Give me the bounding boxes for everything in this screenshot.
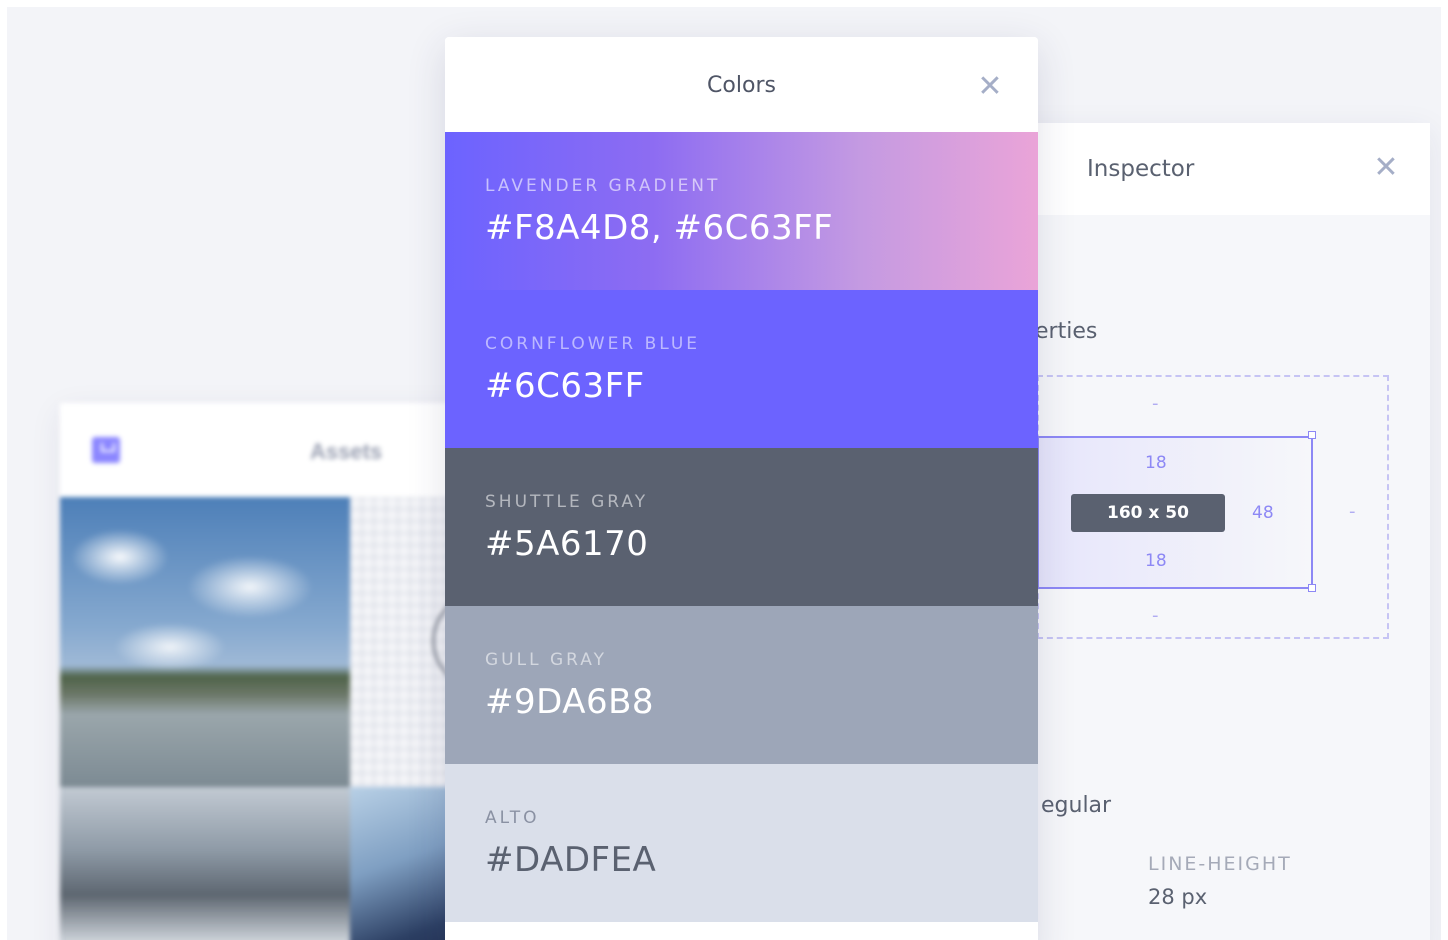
swatch-hex: #DADFEA: [485, 840, 657, 880]
color-swatch-shuttle-gray[interactable]: SHUTTLE GRAY #5A6170: [445, 448, 1038, 606]
assets-panel: Assets: [60, 403, 528, 940]
padding-bottom-value[interactable]: 18: [1145, 551, 1167, 571]
close-icon[interactable]: ✕: [1371, 153, 1401, 183]
font-weight-value[interactable]: egular: [1041, 793, 1111, 818]
inspector-title: Inspector: [1087, 156, 1195, 182]
swatch-hex: #F8A4D8, #6C63FF: [485, 208, 834, 248]
margin-right-value[interactable]: -: [1349, 501, 1356, 522]
swatch-hex: #6C63FF: [485, 366, 645, 406]
properties-heading: erties: [1035, 319, 1098, 344]
inspector-header: Inspector ✕: [997, 123, 1430, 215]
padding-right-value[interactable]: 48: [1252, 503, 1274, 523]
swatch-name: GULL GRAY: [485, 650, 607, 670]
margin-top-value[interactable]: -: [1152, 393, 1159, 414]
line-height-value[interactable]: 28 px: [1148, 885, 1207, 909]
color-swatch-lavender-gradient[interactable]: LAVENDER GRADIENT #F8A4D8, #6C63FF: [445, 132, 1038, 290]
resize-handle-top-right[interactable]: [1308, 431, 1316, 439]
margin-bottom-value[interactable]: -: [1152, 605, 1159, 626]
asset-thumbnail-landscape[interactable]: [60, 497, 350, 787]
swatch-name: ALTO: [485, 808, 540, 828]
assets-title: Assets: [310, 439, 383, 464]
padding-top-value[interactable]: 18: [1145, 453, 1167, 473]
swatch-hex: #5A6170: [485, 524, 649, 564]
color-swatch-gull-gray[interactable]: GULL GRAY #9DA6B8: [445, 606, 1038, 764]
swatch-name: LAVENDER GRADIENT: [485, 176, 721, 196]
assets-header: Assets: [60, 403, 480, 497]
colors-header: Colors ✕: [445, 37, 1038, 132]
color-swatch-cornflower-blue[interactable]: CORNFLOWER BLUE #6C63FF: [445, 290, 1038, 448]
colors-panel: Colors ✕ LAVENDER GRADIENT #F8A4D8, #6C6…: [445, 37, 1038, 940]
swatch-name: CORNFLOWER BLUE: [485, 334, 701, 354]
size-badge: 160 x 50: [1071, 494, 1225, 532]
asset-thumbnail-winter[interactable]: [60, 787, 350, 940]
canvas: Assets Inspector ✕ erties - 18 160 x 50 …: [7, 7, 1441, 940]
resize-handle-bottom-right[interactable]: [1308, 584, 1316, 592]
close-icon[interactable]: ✕: [975, 72, 1005, 102]
line-height-label: LINE-HEIGHT: [1148, 853, 1292, 875]
colors-title: Colors: [707, 73, 776, 98]
download-icon[interactable]: [92, 437, 120, 463]
swatch-name: SHUTTLE GRAY: [485, 492, 649, 512]
inspector-panel: Inspector ✕ erties - 18 160 x 50 48 - 18…: [997, 123, 1430, 940]
swatch-hex: #9DA6B8: [485, 682, 655, 722]
color-swatch-alto[interactable]: ALTO #DADFEA: [445, 764, 1038, 922]
